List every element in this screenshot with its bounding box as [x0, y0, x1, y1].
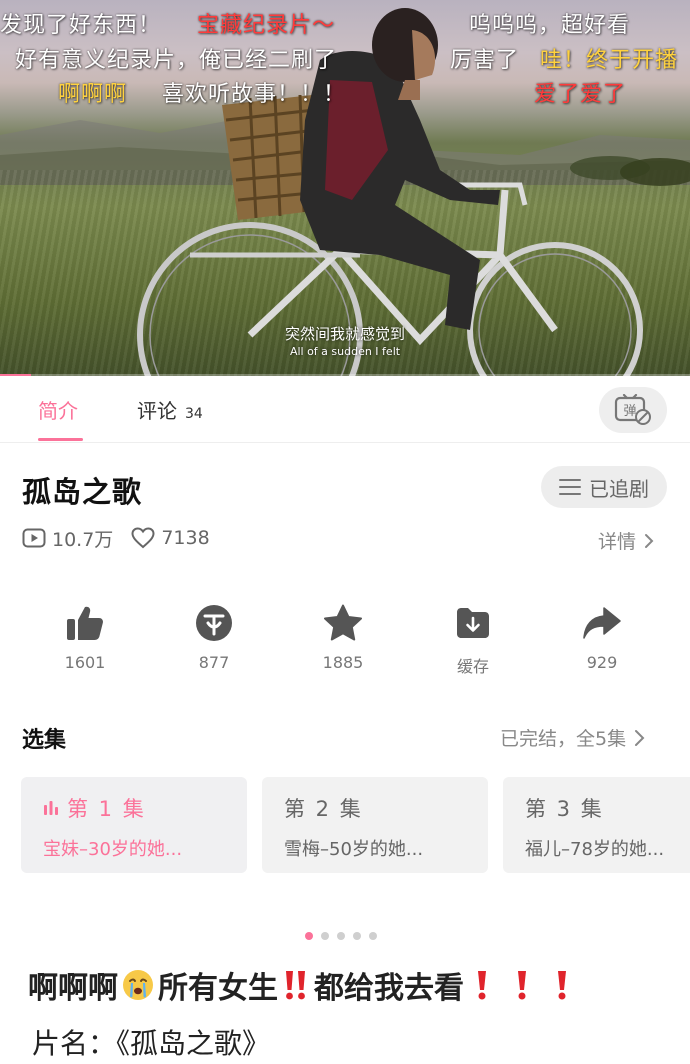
- subtitle-english: All of a sudden I felt: [289, 345, 401, 358]
- episodes-meta-label: 已完结，全5集: [500, 728, 627, 750]
- video-player[interactable]: 发现了好东西！ 宝藏纪录片～ 呜呜呜，超好看 好有意义纪录片，俺已经二刷了 厉害…: [0, 0, 690, 376]
- follow-label: 已追剧: [589, 476, 649, 501]
- heart-icon: [131, 527, 155, 549]
- video-progress-fill: [0, 374, 32, 376]
- danmaku-toggle-button[interactable]: 弹: [599, 387, 667, 433]
- episodes-heading: 选集: [22, 728, 67, 753]
- show-title: 孤岛之歌: [22, 475, 143, 509]
- danmaku-off-icon: 弹: [614, 394, 651, 425]
- carousel-dot[interactable]: [305, 932, 313, 940]
- episode-number: 第 2 集: [284, 797, 363, 821]
- carousel-dot[interactable]: [337, 932, 345, 940]
- exclamation-icon: [478, 971, 486, 1000]
- danmaku-comment: 呜呜呜，超好看: [469, 13, 631, 38]
- episode-subtitle: 宝妹–30岁的她...: [43, 839, 183, 860]
- like-count-value: 7138: [161, 527, 210, 549]
- coin-icon: [196, 605, 232, 641]
- episode-number: 第 1 集: [67, 797, 146, 821]
- carousel-dot[interactable]: [353, 932, 361, 940]
- play-count-icon: [22, 528, 46, 548]
- post-text-part: 啊啊啊: [28, 971, 118, 1006]
- carousel-dot[interactable]: [369, 932, 377, 940]
- show-stats: 10.7万 7138: [22, 525, 228, 551]
- view-count: 10.7万: [22, 525, 113, 552]
- post-text-line1: 啊啊啊 所有女生 都给我去看: [28, 963, 576, 1007]
- danmaku-comment: 厉害了: [450, 48, 520, 73]
- details-label: 详情: [598, 531, 637, 553]
- favorite-button[interactable]: 1885: [303, 603, 383, 672]
- post-text-line2: 片名：《孤岛之歌》: [32, 1027, 271, 1060]
- post-text-part: 所有女生: [158, 971, 278, 1006]
- danmaku-comment: 发现了好东西！: [0, 13, 162, 38]
- exclamation-icon: [558, 971, 566, 1000]
- danmaku-comment: 爱了爱了: [534, 82, 627, 107]
- coin-button[interactable]: 877: [174, 603, 254, 672]
- episode-subtitle: 雪梅–50岁的她...: [284, 839, 424, 860]
- star-icon: [324, 604, 362, 641]
- carousel-indicator: [305, 932, 377, 940]
- like-count: 7138: [131, 527, 210, 549]
- post-text-part: 都给我去看: [314, 971, 464, 1006]
- favorite-count-label: 1885: [322, 653, 364, 672]
- carousel-dot[interactable]: [321, 932, 329, 940]
- now-playing-icon: [44, 801, 58, 815]
- episode-number: 第 3 集: [525, 797, 604, 821]
- share-count-label: 929: [586, 653, 618, 672]
- thumbs-up-icon: [67, 606, 103, 640]
- crying-face-icon: [123, 970, 153, 1000]
- episode-card-3[interactable]: 第 3 集 福儿–78岁的她...: [503, 777, 690, 873]
- episode-subtitle: 福儿–78岁的她...: [525, 839, 665, 860]
- chevron-right-icon: [635, 729, 645, 746]
- danmaku-comment: 哇！终于开播: [540, 48, 679, 73]
- episodes-all-link[interactable]: 已完结，全5集: [500, 724, 645, 751]
- like-count-label: 1601: [64, 653, 106, 672]
- tab-comments[interactable]: 评论 34: [137, 395, 203, 424]
- share-button[interactable]: 929: [562, 603, 642, 672]
- details-link[interactable]: 详情: [598, 527, 654, 554]
- tab-bar: 简介 评论 34: [0, 377, 690, 443]
- menu-lines-icon: [559, 479, 581, 495]
- double-exclamation-icon: [286, 971, 305, 1000]
- svg-text:弹: 弹: [623, 404, 636, 419]
- active-tab-indicator: [38, 438, 83, 441]
- episode-card-2[interactable]: 第 2 集 雪梅–50岁的她...: [262, 777, 488, 873]
- danmaku-comment: 好有意义纪录片，俺已经二刷了: [15, 48, 338, 73]
- view-count-value: 10.7万: [52, 528, 114, 551]
- subtitle-chinese: 突然间我就感觉到: [284, 325, 405, 343]
- video-progress-bar[interactable]: [0, 374, 690, 376]
- follow-series-button[interactable]: 已追剧: [541, 466, 667, 508]
- comment-count: 34: [185, 406, 203, 422]
- like-button[interactable]: 1601: [45, 603, 125, 672]
- coin-count-label: 877: [198, 653, 230, 672]
- cache-button[interactable]: 缓存: [433, 603, 513, 677]
- download-icon: [457, 608, 489, 638]
- tab-intro-label: 简介: [38, 399, 78, 423]
- chevron-right-icon: [645, 533, 654, 548]
- danmaku-comment: 宝藏纪录片～: [197, 13, 336, 38]
- share-icon: [583, 607, 621, 639]
- danmaku-comment: 喜欢听故事！！！: [162, 82, 347, 107]
- cache-label: 缓存: [456, 657, 489, 676]
- tab-intro[interactable]: 简介: [38, 395, 78, 424]
- exclamation-icon: [518, 971, 526, 1000]
- danmaku-comment: 啊啊啊: [58, 82, 128, 107]
- episode-card-1[interactable]: 第 1 集 宝妹–30岁的她...: [21, 777, 247, 873]
- tab-comments-label: 评论: [137, 399, 177, 423]
